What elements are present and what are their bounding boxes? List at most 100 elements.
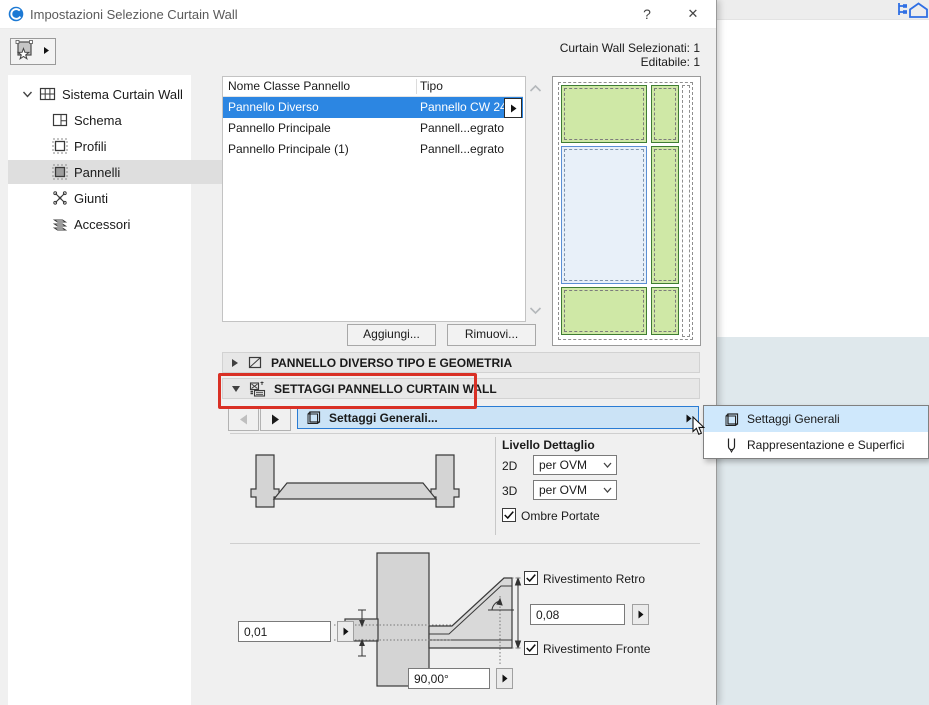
window-title: Impostazioni Selezione Curtain Wall bbox=[30, 7, 238, 22]
rivestimento-fronte-checkbox[interactable] bbox=[524, 641, 538, 655]
help-button[interactable]: ? bbox=[632, 4, 662, 24]
preview-edge-strip bbox=[682, 85, 690, 337]
mouse-cursor bbox=[692, 416, 706, 436]
panel-class-table: Nome Classe Pannello Tipo Pannello Diver… bbox=[222, 76, 526, 322]
curtain-wall-grid-icon bbox=[39, 86, 56, 102]
favorites-button[interactable] bbox=[10, 38, 56, 65]
rivestimento-retro-label: Rivestimento Retro bbox=[543, 572, 645, 586]
flyout-arrow-icon bbox=[502, 674, 508, 683]
ombre-portate-checkbox[interactable] bbox=[502, 508, 516, 522]
sidebar-item-schema[interactable]: Schema bbox=[8, 108, 235, 132]
sidebar-item-label: Sistema Curtain Wall bbox=[62, 87, 183, 102]
detail-3d-combobox[interactable]: per OVM bbox=[533, 480, 617, 500]
type-flyout-button[interactable] bbox=[504, 98, 522, 118]
menu-item-settaggi-generali[interactable]: Settaggi Generali bbox=[704, 406, 928, 432]
sidebar-item-label: Profili bbox=[74, 139, 107, 154]
collapsed-arrow-icon bbox=[231, 358, 239, 368]
selected-count-label: Curtain Wall Selezionati: 1 bbox=[400, 41, 700, 55]
angle-flyout-button[interactable] bbox=[496, 668, 513, 689]
divider bbox=[230, 433, 700, 434]
curtain-wall-settings-dialog: Impostazioni Selezione Curtain Wall ? ✕ … bbox=[0, 0, 717, 705]
back-arrow-icon bbox=[239, 414, 248, 425]
combo-value: per OVM bbox=[539, 458, 587, 472]
sidebar-item-accessori[interactable]: Accessori bbox=[8, 212, 235, 236]
pannelli-icon bbox=[52, 164, 68, 180]
sidebar-item-label: Accessori bbox=[74, 217, 130, 232]
profili-icon bbox=[52, 138, 68, 154]
row-name: Pannello Diverso bbox=[228, 97, 319, 118]
sidebar-item-sistema-curtain-wall[interactable]: Sistema Curtain Wall bbox=[8, 82, 205, 106]
offset-flyout-button[interactable] bbox=[337, 621, 354, 642]
highlight-red-box bbox=[218, 373, 477, 409]
row-type: Pannell...egrato bbox=[420, 139, 504, 160]
section-pannello-diverso-tipo[interactable]: PANNELLO DIVERSO TIPO E GEOMETRIA bbox=[222, 352, 700, 373]
divider bbox=[230, 543, 700, 544]
combo-value: per OVM bbox=[539, 483, 587, 497]
thickness-flyout-button[interactable] bbox=[632, 604, 649, 625]
label-3d: 3D bbox=[502, 484, 517, 498]
check-icon bbox=[525, 642, 537, 654]
accessori-icon bbox=[52, 216, 68, 232]
editable-count-label: Editabile: 1 bbox=[400, 55, 700, 69]
row-type: Pannell...egrato bbox=[420, 118, 504, 139]
sidebar-item-profili[interactable]: Profili bbox=[8, 134, 235, 158]
ombre-portate-label: Ombre Portate bbox=[521, 509, 600, 523]
row-name: Pannello Principale (1) bbox=[228, 139, 349, 160]
app-logo-icon bbox=[8, 6, 24, 22]
row-type: Pannello CW 24 bbox=[420, 97, 507, 118]
scroll-up-icon[interactable] bbox=[529, 84, 542, 96]
sidebar-item-pannelli[interactable]: Pannelli bbox=[8, 160, 235, 184]
table-row-pannello-principale-1[interactable]: Pannello Principale (1) Pannell...egrato bbox=[223, 139, 523, 160]
favorites-star-icon bbox=[11, 39, 53, 63]
table-row-pannello-principale[interactable]: Pannello Principale Pannell...egrato bbox=[223, 118, 523, 139]
column-header-nome[interactable]: Nome Classe Pannello bbox=[228, 77, 350, 96]
detail-level-title: Livello Dettaglio bbox=[502, 438, 595, 452]
check-icon bbox=[503, 509, 515, 521]
giunti-icon bbox=[52, 190, 68, 206]
page-panel-icon bbox=[306, 410, 321, 425]
scroll-down-icon[interactable] bbox=[529, 306, 542, 318]
combo-chevron-icon bbox=[603, 487, 612, 494]
preview-panel-selected-blue bbox=[561, 146, 647, 284]
column-divider[interactable] bbox=[416, 79, 417, 94]
angle-input[interactable] bbox=[408, 668, 490, 689]
screen: Impostazioni Selezione Curtain Wall ? ✕ … bbox=[0, 0, 929, 705]
panel-section-drawing bbox=[240, 450, 470, 515]
panel-outline-icon bbox=[724, 412, 739, 427]
panel-type-icon bbox=[247, 355, 263, 370]
menu-item-label: Settaggi Generali bbox=[747, 412, 840, 426]
add-button[interactable]: Aggiungi... bbox=[347, 324, 436, 346]
flyout-arrow-icon bbox=[638, 610, 644, 619]
rivestimento-retro-checkbox[interactable] bbox=[524, 571, 538, 585]
offset-input[interactable] bbox=[238, 621, 331, 642]
preview-panel-green bbox=[651, 85, 679, 143]
nav-back-button[interactable] bbox=[228, 407, 259, 431]
schema-icon bbox=[52, 112, 68, 128]
desktop-workspace bbox=[716, 337, 929, 705]
combo-chevron-icon bbox=[603, 462, 612, 469]
flyout-arrow-icon bbox=[343, 627, 349, 636]
column-header-tipo[interactable]: Tipo bbox=[420, 77, 443, 96]
menu-item-rappresentazione[interactable]: Rappresentazione e Superfici bbox=[704, 432, 928, 458]
preview-panel-green bbox=[651, 287, 679, 335]
nav-forward-button[interactable] bbox=[260, 407, 291, 431]
close-button[interactable]: ✕ bbox=[678, 4, 708, 24]
table-row-pannello-diverso[interactable]: Pannello Diverso Pannello CW 24 bbox=[223, 97, 523, 118]
label-2d: 2D bbox=[502, 459, 517, 473]
navigator-house-icon[interactable] bbox=[897, 1, 929, 19]
curtain-wall-preview bbox=[552, 76, 701, 346]
remove-button[interactable]: Rimuovi... bbox=[447, 324, 536, 346]
page-context-menu: Settaggi Generali Rappresentazione e Sup… bbox=[703, 405, 929, 459]
thickness-input[interactable] bbox=[530, 604, 625, 625]
sidebar-item-label: Schema bbox=[74, 113, 122, 128]
preview-panel-green bbox=[561, 85, 647, 143]
page-selector-bar[interactable]: Settaggi Generali... bbox=[297, 406, 699, 429]
sidebar-item-giunti[interactable]: Giunti bbox=[8, 186, 235, 210]
detail-2d-combobox[interactable]: per OVM bbox=[533, 455, 617, 475]
title-bar[interactable]: Impostazioni Selezione Curtain Wall ? ✕ bbox=[0, 0, 716, 29]
section-label: PANNELLO DIVERSO TIPO E GEOMETRIA bbox=[271, 356, 512, 370]
sidebar-tree: Sistema Curtain Wall Schema Profili bbox=[8, 75, 191, 705]
menu-item-label: Rappresentazione e Superfici bbox=[747, 438, 904, 452]
sidebar-item-label: Giunti bbox=[74, 191, 108, 206]
chevron-down-icon[interactable] bbox=[22, 90, 33, 99]
